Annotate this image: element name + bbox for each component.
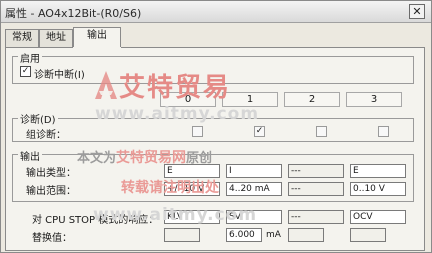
group-diag-checkbox-0[interactable] <box>192 126 203 137</box>
output-range-label: 输出范围： <box>26 186 76 197</box>
watermark-logo <box>95 71 117 99</box>
output-range-ch2[interactable]: --- <box>288 182 344 196</box>
title-bar: 属性 - AO4x12Bit-(R0/S6) ✕ <box>1 1 431 23</box>
substitute-ch2[interactable] <box>288 228 324 242</box>
tab-address[interactable]: 地址 <box>39 29 73 47</box>
output-range-ch3[interactable]: 0..10 V <box>350 182 406 196</box>
output-type-ch1[interactable]: I <box>226 164 282 178</box>
group-diag-checkbox-3[interactable] <box>378 126 389 137</box>
substitute-ch0[interactable] <box>164 228 200 242</box>
group-diag-checkbox-1[interactable]: ✓ <box>254 126 265 137</box>
close-button[interactable]: ✕ <box>409 4 425 19</box>
output-type-ch2[interactable]: --- <box>288 164 344 178</box>
watermark-url-1: www.aitmy.com <box>95 104 260 124</box>
properties-dialog: 属性 - AO4x12Bit-(R0/S6) ✕ 常规 地址 输出 启用 ✓ 诊… <box>0 0 432 253</box>
cpu-stop-ch3[interactable]: OCV <box>350 210 406 224</box>
output-type-label: 输出类型： <box>26 168 76 179</box>
substitute-ch3[interactable] <box>350 228 386 242</box>
substitute-label: 替换值： <box>32 233 72 244</box>
substitute-ch1[interactable]: 6.000 <box>226 228 262 242</box>
watermark-url-2: www.aitmy.com <box>93 205 258 225</box>
cpu-stop-ch2[interactable]: --- <box>288 210 344 224</box>
channel-header-3: 3 <box>346 92 402 107</box>
tab-general[interactable]: 常规 <box>5 29 39 47</box>
channel-header-2: 2 <box>284 92 340 107</box>
tab-output[interactable]: 输出 <box>73 27 121 48</box>
output-range-ch1[interactable]: 4..20 mA <box>226 182 282 196</box>
diagnostics-group-label: 诊断(D) <box>18 111 58 126</box>
diag-interrupt-checkbox[interactable]: ✓ <box>20 66 31 77</box>
output-group-label: 输出 <box>18 148 42 163</box>
watermark-line1: 本文为艾特贸易网原创 <box>77 150 213 166</box>
enable-group-label: 启用 <box>18 50 42 65</box>
output-type-ch3[interactable]: E <box>350 164 406 178</box>
window-title: 属性 - AO4x12Bit-(R0/S6) <box>5 7 142 20</box>
diag-interrupt-label: 诊断中断(I) <box>34 70 85 81</box>
group-diag-checkbox-2[interactable] <box>316 126 327 137</box>
substitute-unit-ch1: mA <box>266 230 281 240</box>
watermark-brand: 艾特贸易 <box>119 73 232 103</box>
group-diag-label: 组诊断： <box>26 130 66 141</box>
watermark-line2: 转载请注明出处 <box>121 180 219 196</box>
